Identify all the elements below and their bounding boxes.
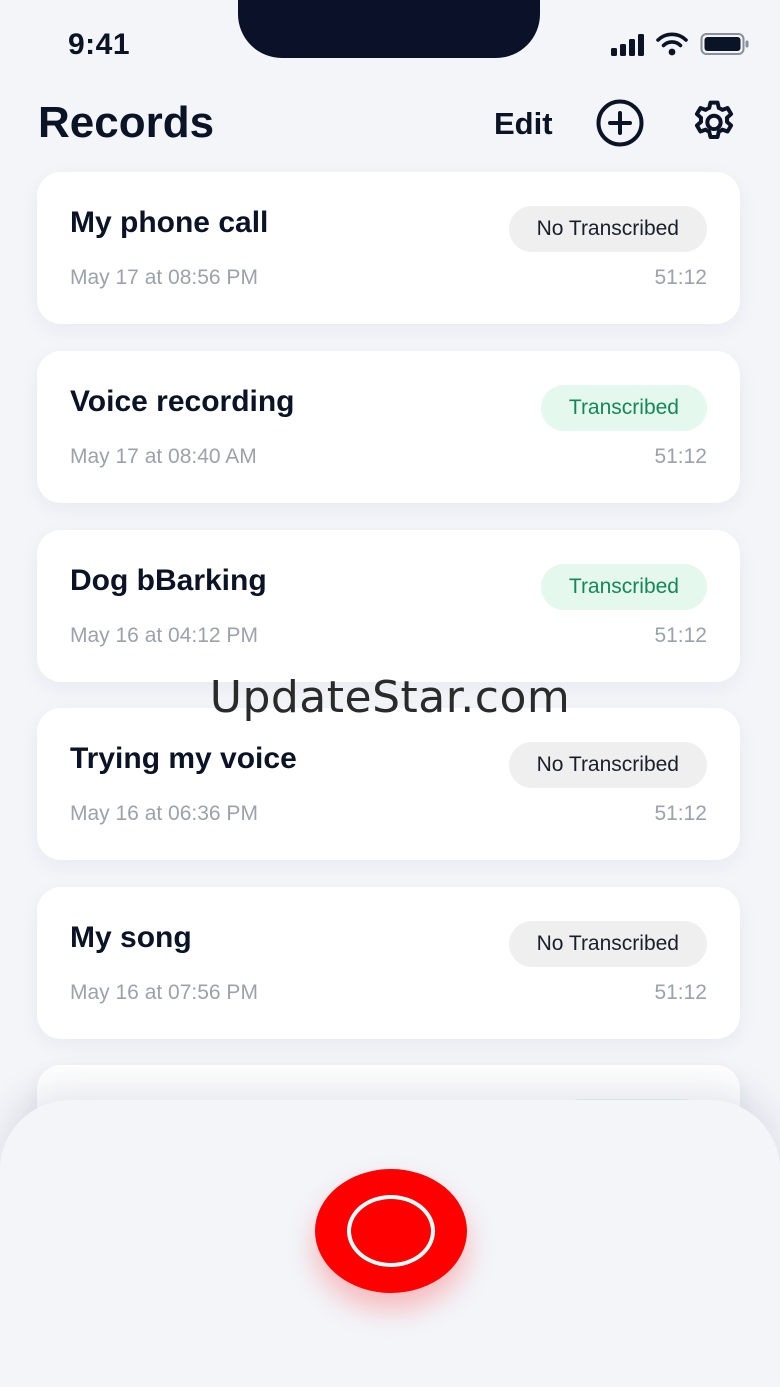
add-button[interactable] — [595, 98, 645, 148]
record-duration: 51:12 — [654, 445, 707, 468]
wifi-icon — [656, 32, 688, 56]
battery-icon — [700, 33, 749, 55]
edit-button[interactable]: Edit — [494, 106, 553, 142]
record-title: My phone call — [70, 206, 269, 239]
record-card[interactable]: My phone call No Transcribed May 17 at 0… — [37, 172, 740, 324]
record-title: Trying my voice — [70, 742, 297, 775]
record-date: May 16 at 06:36 PM — [70, 802, 258, 825]
status-time: 9:41 — [68, 28, 131, 61]
record-duration: 51:12 — [654, 266, 707, 289]
record-card[interactable]: Voice recording Transcribed May 17 at 08… — [37, 351, 740, 503]
records-screen: 9:41 Records Edit My phone call No Trans… — [0, 0, 780, 1387]
settings-button[interactable] — [689, 98, 739, 148]
record-date: May 16 at 04:12 PM — [70, 624, 258, 647]
record-card[interactable]: My song No Transcribed May 16 at 07:56 P… — [37, 887, 740, 1039]
gear-icon — [694, 100, 734, 139]
status-badge: No Transcribed — [508, 921, 707, 967]
record-card[interactable]: Dog bBarking Transcribed May 16 at 04:12… — [37, 530, 740, 682]
plus-circle-icon — [596, 99, 644, 147]
header: Records Edit — [0, 92, 780, 156]
record-title: Dog bBarking — [70, 564, 267, 597]
device-notch — [238, 0, 540, 58]
record-date: May 16 at 07:56 PM — [70, 981, 258, 1004]
record-duration: 51:12 — [654, 802, 707, 825]
record-icon — [347, 1195, 435, 1267]
status-badge: Transcribed — [540, 564, 707, 610]
status-badge: No Transcribed — [508, 742, 707, 788]
record-duration: 51:12 — [654, 624, 707, 647]
page-title: Records — [38, 98, 215, 147]
record-title: My song — [70, 921, 192, 954]
record-duration: 51:12 — [654, 981, 707, 1004]
record-card[interactable]: Trying my voice No Transcribed May 16 at… — [37, 708, 740, 860]
record-title: Voice recording — [70, 385, 295, 418]
record-date: May 17 at 08:56 PM — [70, 266, 258, 289]
record-button[interactable] — [315, 1169, 467, 1293]
status-icons — [611, 32, 750, 56]
status-badge: No Transcribed — [508, 206, 707, 252]
status-badge: Transcribed — [540, 385, 707, 431]
watermark: UpdateStar.com — [209, 672, 571, 723]
cellular-signal-icon — [611, 32, 644, 56]
record-date: May 17 at 08:40 AM — [70, 445, 257, 468]
